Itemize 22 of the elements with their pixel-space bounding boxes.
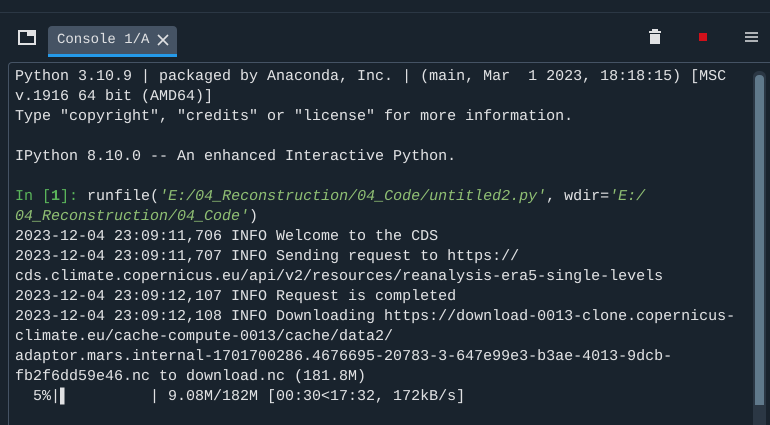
scrollbar[interactable] — [753, 71, 766, 425]
console-line: Python 3.10.9 | packaged by Anaconda, Inc. | (main, Mar 1 2023, 18:18:15) [MSC — [15, 67, 726, 87]
console-line: IPython 8.10.0 -- An enhanced Interactive Python. — [15, 147, 456, 167]
trash-icon[interactable] — [649, 29, 661, 44]
console-line: 2023-12-04 23:09:11,707 INFO Sending request to https:// — [15, 247, 520, 267]
console-line: 04_Reconstruction/04_Code') — [15, 207, 258, 227]
console-line: 2023-12-04 23:09:12,108 INFO Downloading https://download-0013-clone.copernicus- — [15, 307, 736, 327]
console-line: 2023-12-04 23:09:11,706 INFO Welcome to the CDS — [15, 227, 438, 247]
window-icon[interactable] — [18, 30, 36, 45]
console-line: fb2f6dd59e46.nc to download.nc (181.8M) — [15, 367, 366, 387]
console-line: v.1916 64 bit (AMD64)] — [15, 87, 214, 107]
console-line: cds.climate.copernicus.eu/api/v2/resources/reanalysis-era5-single-levels — [15, 267, 664, 287]
close-icon[interactable] — [157, 34, 170, 46]
console-line: adaptor.mars.internal-1701700286.4676695-20783-3-647e99e3-b3ae-4013-9dcb- — [15, 347, 672, 367]
scrollbar-thumb[interactable] — [755, 75, 764, 405]
console-line: 2023-12-04 23:09:12,107 INFO Request is completed — [15, 287, 456, 307]
console-line: Type "copyright", "credits" or "license" for more information. — [15, 107, 574, 127]
menu-icon[interactable] — [745, 32, 758, 42]
console-tab[interactable]: Console 1/A — [48, 26, 178, 57]
console-line: In [1]: runfile('E:/04_Reconstruction/04_Code/untitled2.py', wdir='E:/ — [15, 187, 646, 207]
console-line: climate.eu/cache-compute-0013/cache/data2/ — [15, 327, 394, 347]
console-line: 5%|▌ | 9.08M/182M [00:30<17:32, 172kB/s] — [32, 387, 466, 407]
